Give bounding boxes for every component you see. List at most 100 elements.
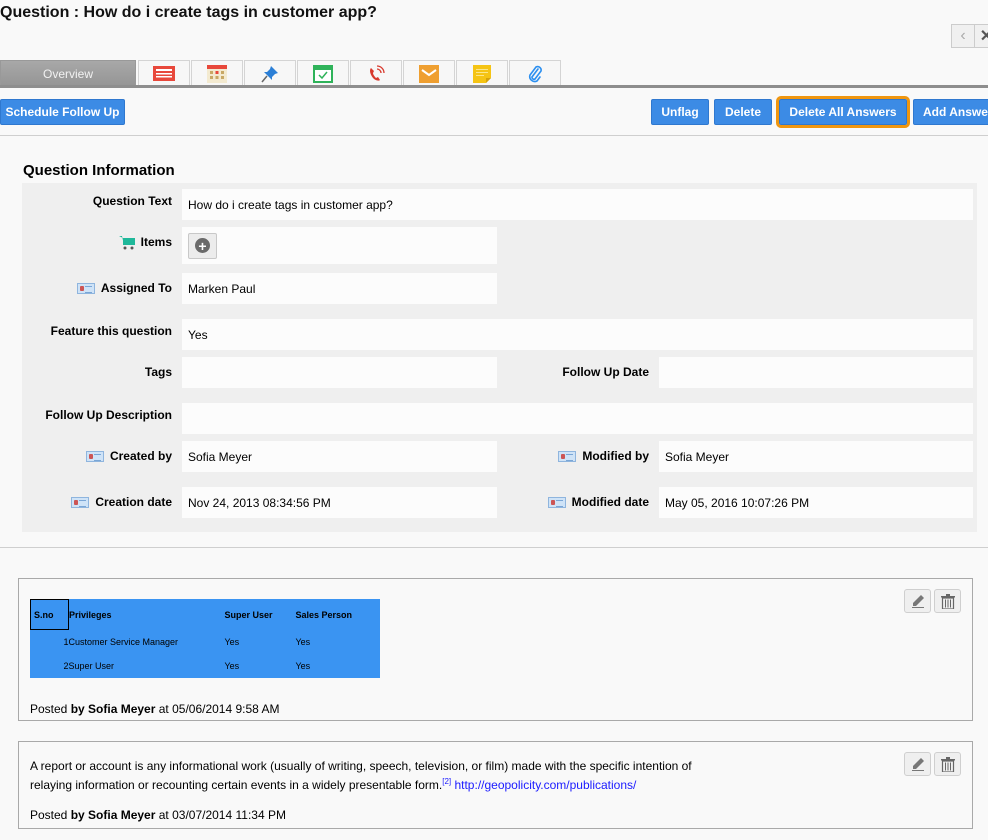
modified-by-label: Modified by — [500, 446, 649, 466]
divider — [0, 135, 988, 136]
section-title: Question Information — [23, 162, 175, 179]
delete-answer-button[interactable] — [934, 589, 961, 613]
previous-record-button[interactable]: ‹ — [951, 24, 975, 48]
created-by-label: Created by — [22, 446, 172, 466]
page-title: Question : How do i create tags in custo… — [0, 4, 377, 21]
delete-all-answers-button[interactable]: Delete All Answers — [776, 96, 910, 128]
tab-calendar[interactable] — [191, 60, 243, 86]
question-text-label-text: Question Text — [92, 194, 172, 208]
chevron-left-icon: ‹ — [960, 27, 966, 44]
unflag-button[interactable]: Unflag — [651, 99, 709, 125]
table-cell: Yes — [295, 636, 311, 647]
delete-answer-button[interactable] — [934, 752, 961, 776]
tab-call[interactable] — [350, 60, 402, 86]
close-icon: ✕ — [979, 28, 988, 45]
contact-card-icon — [85, 450, 104, 462]
follow-up-date-value — [659, 357, 973, 388]
pin-icon — [261, 65, 278, 82]
table-cell: Yes — [224, 636, 240, 647]
posted-prefix: Posted — [30, 702, 68, 716]
trash-icon — [940, 593, 955, 609]
tab-task[interactable] — [297, 60, 349, 86]
assigned-to-value: Marken Paul — [182, 273, 497, 304]
follow-up-description-value — [182, 403, 973, 434]
notes-icon — [153, 66, 175, 81]
add-item-button[interactable]: + — [188, 232, 217, 259]
privilege-name: Customer Service Manager — [68, 636, 179, 647]
tab-sticky-note[interactable] — [456, 60, 508, 86]
assigned-to-label: Assigned To — [22, 278, 172, 298]
tab-notes[interactable] — [138, 60, 190, 86]
posted-prefix: Posted — [30, 808, 68, 822]
tab-overview[interactable]: Overview — [0, 60, 136, 86]
record-navigation: ‹ ✕ — [951, 24, 988, 48]
task-icon — [313, 65, 333, 83]
table-cell: Yes — [295, 660, 311, 671]
column-header: Sales Person — [295, 609, 353, 620]
divider — [0, 547, 988, 548]
posted-info: Posted by Sofia Meyer at 03/07/2014 11:3… — [30, 808, 286, 822]
posted-at: at 05/06/2014 9:58 AM — [158, 702, 280, 716]
posted-by: by Sofia Meyer — [70, 808, 156, 822]
reference-link[interactable]: http://geopolicity.com/publications/ — [454, 778, 636, 792]
column-header: Privileges — [69, 609, 112, 620]
footnote-link[interactable]: [2] — [442, 777, 451, 786]
answer-actions — [904, 752, 961, 776]
table-cell: Yes — [224, 660, 240, 671]
contact-card-icon — [76, 282, 95, 294]
contact-card-icon — [558, 450, 577, 462]
tab-attachment[interactable] — [509, 60, 561, 86]
privileges-table: S.no Privileges Super User Sales Person … — [30, 599, 380, 678]
answer-text: A report or account is any informational… — [30, 758, 730, 793]
delete-button[interactable]: Delete — [714, 99, 772, 125]
trash-icon — [940, 756, 955, 772]
follow-up-description-label: Follow Up Description — [45, 408, 172, 422]
tab-overview-label: Overview — [42, 66, 93, 81]
created-by-value: Sofia Meyer — [182, 441, 497, 472]
tab-mail[interactable] — [403, 60, 455, 86]
edit-answer-button[interactable] — [904, 752, 931, 776]
creation-date-label: Creation date — [22, 492, 172, 512]
question-text-value: How do i create tags in customer app? — [182, 189, 973, 220]
follow-up-date-label: Follow Up Date — [562, 365, 649, 379]
tab-underline — [0, 85, 988, 88]
modified-date-label: Modified date — [500, 492, 649, 512]
table-header-row: S.no Privileges Super User Sales Person — [30, 599, 381, 630]
modified-by-value: Sofia Meyer — [659, 441, 973, 472]
answer-actions — [904, 589, 961, 613]
pencil-icon — [911, 758, 924, 771]
posted-at: at 03/07/2014 11:34 PM — [158, 808, 286, 822]
assigned-to-label-text: Assigned To — [100, 281, 172, 295]
tab-bar: Overview — [0, 60, 562, 86]
call-icon — [370, 64, 385, 81]
modified-by-label-text: Modified by — [582, 449, 649, 463]
modified-date-value: May 05, 2016 10:07:26 PM — [659, 487, 973, 518]
attachment-icon — [528, 65, 542, 82]
posted-info: Posted by Sofia Meyer at 05/06/2014 9:58… — [30, 702, 280, 716]
contact-card-icon — [71, 496, 90, 508]
plus-icon: + — [195, 238, 210, 253]
table-cell: 2Super User — [31, 654, 225, 678]
created-by-label-text: Created by — [109, 449, 172, 463]
creation-date-value: Nov 24, 2013 08:34:56 PM — [182, 487, 497, 518]
sticky-note-icon — [473, 64, 491, 83]
feature-question-label: Feature this question — [50, 324, 172, 338]
add-answer-button[interactable]: Add Answer — [913, 99, 988, 125]
cart-icon — [118, 235, 135, 249]
items-value: + — [182, 227, 497, 264]
edit-answer-button[interactable] — [904, 589, 931, 613]
tags-label: Tags — [144, 365, 172, 379]
schedule-follow-up-button[interactable]: Schedule Follow Up — [0, 99, 125, 125]
creation-date-label-text: Creation date — [95, 495, 172, 509]
tags-value — [182, 357, 497, 388]
tab-pin[interactable] — [244, 60, 296, 86]
feature-question-value: Yes — [182, 319, 973, 350]
table-cell: 1Customer Service Manager — [31, 630, 225, 654]
calendar-icon — [207, 64, 227, 83]
column-header: Super User — [224, 609, 273, 620]
pencil-icon — [911, 595, 924, 608]
contact-card-icon — [547, 496, 566, 508]
privilege-name: Super User — [68, 660, 115, 671]
items-label-text: Items — [140, 235, 172, 249]
close-button[interactable]: ✕ — [975, 24, 988, 48]
